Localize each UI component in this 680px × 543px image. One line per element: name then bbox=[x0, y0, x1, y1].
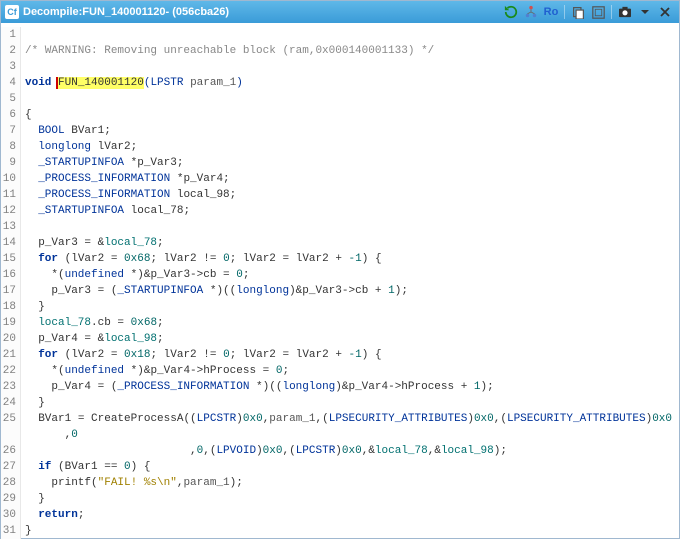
code-area[interactable]: 1 2/* WARNING: Removing unreachable bloc… bbox=[1, 23, 679, 543]
titlebar-prefix: Decompile: bbox=[23, 6, 82, 18]
code-line: 18 } bbox=[1, 299, 679, 315]
code-line: 16 *(undefined *)&p_Var3->cb = 0; bbox=[1, 267, 679, 283]
code-line: 4void FUN_140001120(LPSTR param_1) bbox=[1, 75, 679, 91]
camera-icon[interactable] bbox=[616, 3, 634, 21]
code-line: 22 *(undefined *)&p_Var4->hProcess = 0; bbox=[1, 363, 679, 379]
code-line: 31} bbox=[1, 523, 679, 539]
titlebar[interactable]: Cf Decompile: FUN_140001120 - (056cba26)… bbox=[1, 1, 679, 23]
code-line: 24 } bbox=[1, 395, 679, 411]
code-line: 2/* WARNING: Removing unreachable block … bbox=[1, 43, 679, 59]
decompile-icon: Cf bbox=[5, 5, 19, 19]
code-line: 5 bbox=[1, 91, 679, 107]
code-line: 27 if (BVar1 == 0) { bbox=[1, 459, 679, 475]
code-line: 21 for (lVar2 = 0x18; lVar2 != 0; lVar2 … bbox=[1, 347, 679, 363]
code-line: 1 bbox=[1, 27, 679, 43]
code-line: 25 BVar1 = CreateProcessA((LPCSTR)0x0,pa… bbox=[1, 411, 679, 427]
code-line: 6{ bbox=[1, 107, 679, 123]
code-line: 19 local_78.cb = 0x68; bbox=[1, 315, 679, 331]
copy-icon[interactable] bbox=[569, 3, 587, 21]
code-line: 10 _PROCESS_INFORMATION *p_Var4; bbox=[1, 171, 679, 187]
code-line: 3 bbox=[1, 59, 679, 75]
toolbar-separator bbox=[611, 5, 612, 19]
code-line: 23 p_Var4 = (_PROCESS_INFORMATION *)((lo… bbox=[1, 379, 679, 395]
code-line: 13 bbox=[1, 219, 679, 235]
code-line: 20 p_Var4 = &local_98; bbox=[1, 331, 679, 347]
code-line: 15 for (lVar2 = 0x68; lVar2 != 0; lVar2 … bbox=[1, 251, 679, 267]
code-line: 12 _STARTUPINFOA local_78; bbox=[1, 203, 679, 219]
code-line: 26 ,0,(LPVOID)0x0,(LPCSTR)0x0,&local_78,… bbox=[1, 443, 679, 459]
code-line: 30 return; bbox=[1, 507, 679, 523]
code-line: 7 BOOL BVar1; bbox=[1, 123, 679, 139]
toolbar-separator bbox=[564, 5, 565, 19]
titlebar-hash: - (056cba26) bbox=[165, 6, 229, 18]
code-line: 14 p_Var3 = &local_78; bbox=[1, 235, 679, 251]
code-line: 17 p_Var3 = (_STARTUPINFOA *)((longlong)… bbox=[1, 283, 679, 299]
close-icon[interactable] bbox=[656, 3, 674, 21]
titlebar-function: FUN_140001120 bbox=[82, 6, 165, 18]
code-line: 28 printf("FAIL! %s\n",param_1); bbox=[1, 475, 679, 491]
dropdown-icon[interactable] bbox=[636, 3, 654, 21]
code-line: 9 _STARTUPINFOA *p_Var3; bbox=[1, 155, 679, 171]
code-line: 11 _PROCESS_INFORMATION local_98; bbox=[1, 187, 679, 203]
rename-option-button[interactable]: Ro bbox=[542, 3, 560, 21]
code-line: 8 longlong lVar2; bbox=[1, 139, 679, 155]
code-line: ,0 bbox=[1, 427, 679, 443]
decompile-window: Cf Decompile: FUN_140001120 - (056cba26)… bbox=[0, 0, 680, 539]
tree-icon[interactable] bbox=[522, 3, 540, 21]
snapshot-icon[interactable] bbox=[589, 3, 607, 21]
code-line: 29 } bbox=[1, 491, 679, 507]
refresh-icon[interactable] bbox=[502, 3, 520, 21]
